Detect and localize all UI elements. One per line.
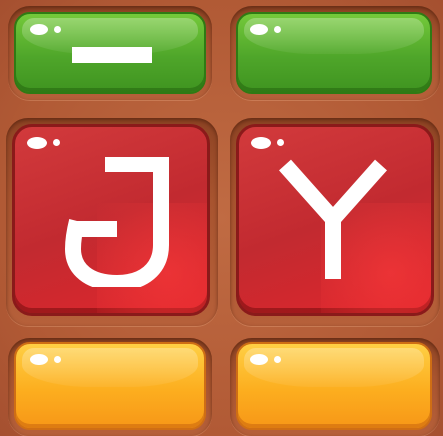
green-tile-minus[interactable] [14, 12, 206, 94]
highlight-dot [251, 137, 271, 149]
highlight-dot [27, 137, 47, 149]
highlight-dot [274, 26, 281, 33]
red-tile-hook-glyph[interactable] [12, 124, 210, 316]
green-tile[interactable] [236, 12, 432, 94]
highlight-dot [53, 139, 60, 146]
highlight-dot [274, 356, 281, 363]
minus-bar-icon [72, 47, 152, 63]
highlight-dot [250, 24, 268, 35]
orange-tile[interactable] [236, 342, 432, 430]
highlight-dot [54, 26, 61, 33]
highlight-dot [30, 354, 48, 365]
tile-shine [244, 18, 424, 54]
hooked-j-glyph-icon [64, 157, 169, 287]
tile-shine [244, 348, 424, 387]
highlight-dot [30, 24, 48, 35]
highlight-dot [54, 356, 61, 363]
tile-shine [22, 348, 198, 387]
y-glyph-icon [279, 159, 387, 279]
orange-tile[interactable] [14, 342, 206, 430]
red-tile-y-glyph[interactable] [236, 124, 434, 316]
highlight-dot [250, 354, 268, 365]
game-board [0, 0, 443, 436]
highlight-dot [277, 139, 284, 146]
